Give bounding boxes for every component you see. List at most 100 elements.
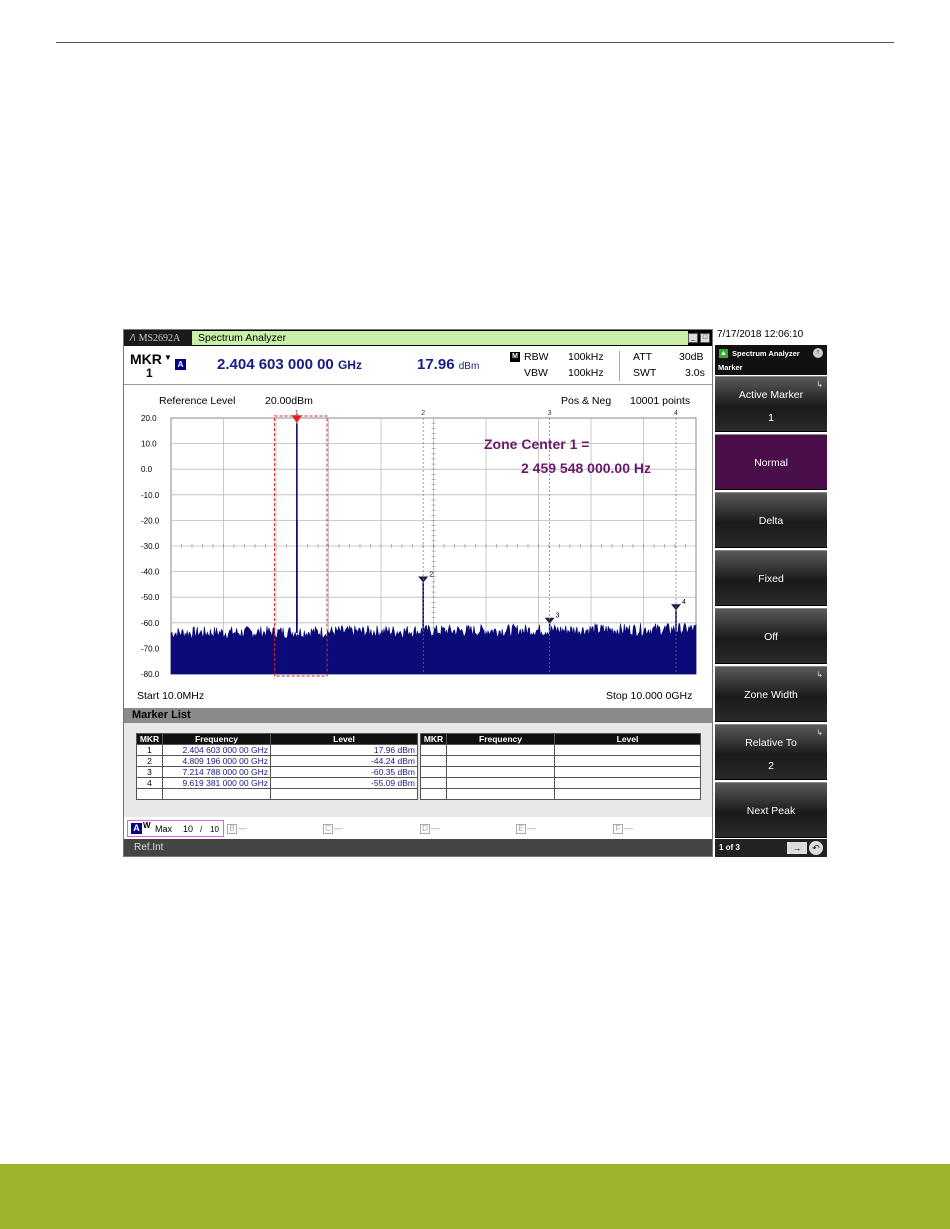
marker-frequency-value: 2.404 603 000 00 [217,356,334,373]
trace-b-badge: B [227,824,237,834]
row-level: -55.09 dBm [270,777,418,789]
chevron-down-icon[interactable]: ▼ [164,353,172,362]
table-row[interactable] [420,777,701,789]
table-row[interactable]: 1 2.404 603 000 00 GHz 17.96 dBm [136,744,418,756]
zone-center-label: Zone Center 1 = [484,436,589,452]
y-tick-label: 10.0 [141,440,157,449]
trace-bar: A W Max 10 / 10 B — C — D — E — F — [124,817,712,839]
table-row[interactable]: 2 4.809 196 000 00 GHz -44.24 dBm [136,755,418,767]
y-tick-labels: 20.0 10.0 0.0 -10.0 -20.0 -30.0 -40.0 -50.0 -60.… [141,414,160,679]
table-row[interactable]: 4 9.619 381 000 00 GHz -55.09 dBm [136,777,418,789]
row-frequency: 4.809 196 000 00 GHz [162,755,271,767]
marker-list: MKR Frequency Level 1 2.404 603 000 00 G… [124,723,712,817]
datetime: 7/17/2018 12:06:10 [717,329,804,340]
marker-level-unit: dBm [458,361,480,372]
y-tick-label: -60.0 [141,619,160,628]
softkey-next-peak[interactable]: Next Peak [715,782,827,838]
logo: /\ MS2692A [124,330,192,346]
trace-a-selector[interactable]: A W Max 10 / 10 [127,820,224,837]
analyzer-screen: /\ MS2692A Spectrum Analyzer _ □ MKR ▼ 1… [123,329,827,857]
submenu-arrow-icon: ↳ [816,670,823,679]
trace-d-slot[interactable]: D — [420,823,440,834]
trace-mode: Max [155,824,173,834]
trace-d-badge: D [420,824,430,834]
marker-table-left: MKR Frequency Level 1 2.404 603 000 00 G… [136,733,418,800]
softkey-header: ▲ Spectrum Analyzer Marker ↑ [715,345,827,375]
title-bar: /\ MS2692A Spectrum Analyzer _ □ [124,330,712,346]
softkey-label: Active Marker [738,389,804,401]
y-tick-label: 0.0 [141,465,153,474]
trace-c-state: — [334,823,343,833]
softkey-relative-to[interactable]: ↳ Relative To 2 [715,724,827,780]
softkey-label: Normal [754,457,788,469]
table-row[interactable] [420,755,701,767]
start-frequency: Start 10.0MHz [137,690,204,702]
softkey-normal[interactable]: Normal [715,434,827,490]
trace-c-slot[interactable]: C — [323,823,343,834]
table-row[interactable] [420,766,701,778]
mkr-label: MKR [130,351,162,367]
softkey-value: 2 [768,760,774,772]
trace-badge: A [175,359,186,370]
y-tick-label: -30.0 [141,542,160,551]
trace-b-state: — [238,823,247,833]
table-row[interactable]: 3 7.214 788 000 00 GHz -60.35 dBm [136,766,418,778]
marker-level-value: 17.96 [417,356,455,373]
row-frequency: 2.404 603 000 00 GHz [162,744,271,756]
softkey-fixed[interactable]: Fixed [715,550,827,606]
y-tick-label: -80.0 [141,670,160,679]
row-level: -60.35 dBm [270,766,418,778]
table-row[interactable] [136,788,418,800]
divider [619,351,620,381]
vbw-label: VBW [524,367,548,379]
table-row[interactable] [420,744,701,756]
softkey-app-title: Spectrum Analyzer [732,349,800,358]
rbw-label: RBW [524,351,549,363]
ref-level-value: 20.00dBm [265,395,313,407]
att-label: ATT [633,351,653,363]
marker-level: 17.96 dBm [417,356,479,373]
trace-write-indicator: W [143,821,151,830]
minimize-button[interactable]: _ [688,333,698,343]
detection-mode: Pos & Neg [561,395,611,407]
back-icon[interactable]: ↶ [809,841,823,855]
page-indicator: 1 of 3 [719,843,740,852]
spectrum-graph[interactable]: Reference Level 20.00dBm Pos & Neg 10001… [124,386,712,708]
marker-number: 4 [682,599,686,606]
trace-e-slot[interactable]: E — [516,823,536,834]
top-marker-label: 3 [548,410,552,417]
top-rule [56,42,894,43]
col-mkr: MKR [136,733,163,745]
softkey-menu-title: Marker [718,363,743,372]
zone-center-value: 2 459 548 000.00 Hz [521,460,651,476]
spectrum-plot: Reference Level 20.00dBm Pos & Neg 10001… [137,395,697,702]
vbw-value: 100kHz [568,367,604,379]
softkey-off[interactable]: Off [715,608,827,664]
table-row[interactable] [420,788,701,800]
row-mkr: 2 [136,755,163,767]
col-level: Level [270,733,418,745]
softkey-delta[interactable]: Delta [715,492,827,548]
y-tick-label: -50.0 [141,593,160,602]
softkey-label: Delta [758,515,784,527]
top-marker-label: 4 [674,410,678,417]
row-mkr: 3 [136,766,163,778]
softkey-active-marker[interactable]: ↳ Active Marker 1 [715,376,827,432]
col-frequency: Frequency [162,733,271,745]
ref-level-label: Reference Level [159,395,235,407]
pin-icon[interactable]: ↑ [813,348,823,358]
trace-b-slot[interactable]: B — [227,823,247,834]
maximize-button[interactable]: □ [700,333,710,343]
row-frequency: 7.214 788 000 00 GHz [162,766,271,778]
model-name: MS2692A [138,332,181,344]
trace-d-state: — [431,823,440,833]
trace-f-slot[interactable]: F — [613,823,633,834]
next-page-icon[interactable]: → [787,842,807,854]
anritsu-logo-icon: /\ [130,332,136,344]
trace-e-state: — [527,823,536,833]
softkey-zone-width[interactable]: ↳ Zone Width [715,666,827,722]
top-marker-label: 2 [421,410,425,417]
y-tick-label: -40.0 [141,568,160,577]
trace-c-badge: C [323,824,333,834]
row-mkr: 4 [136,777,163,789]
